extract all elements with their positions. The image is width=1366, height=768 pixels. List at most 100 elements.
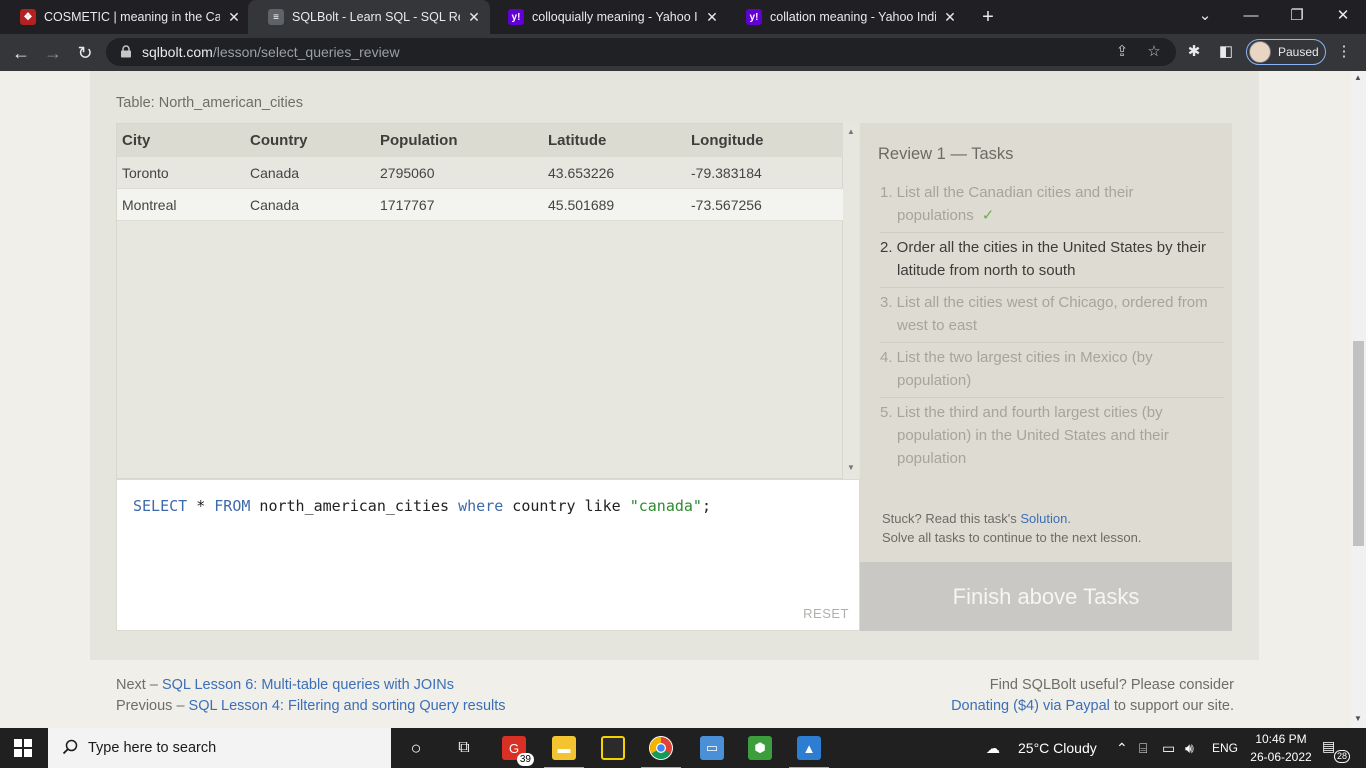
table-caption: Table: North_american_cities bbox=[116, 95, 303, 111]
reset-button[interactable]: RESET bbox=[803, 606, 849, 621]
language-indicator[interactable]: ENG bbox=[1212, 728, 1238, 768]
finish-tasks-button[interactable]: Finish above Tasks bbox=[860, 562, 1232, 631]
windows-taskbar: Type here to search ○ ⧉ G 39 ▬ ▭ ⬢ ▲ ☁ 25… bbox=[0, 728, 1366, 768]
sql-editor[interactable]: SELECT * FROM north_american_cities wher… bbox=[116, 479, 860, 631]
volume-icon[interactable]: 🔊︎ bbox=[1185, 728, 1194, 768]
clock-time: 10:46 PM bbox=[1255, 732, 1307, 746]
results-table: City Country Population Latitude Longitu… bbox=[116, 123, 844, 479]
close-tab-icon[interactable]: ✕ bbox=[704, 9, 720, 26]
address-bar[interactable]: sqlbolt.com/lesson/select_queries_review… bbox=[106, 38, 1176, 66]
reload-icon[interactable]: ↻ bbox=[72, 40, 98, 66]
column-header: Population bbox=[380, 132, 458, 149]
table-scrollbar[interactable]: ▲ ▼ bbox=[843, 123, 859, 479]
close-tab-icon[interactable]: ✕ bbox=[942, 9, 958, 26]
next-lesson-link[interactable]: SQL Lesson 6: Multi-table queries with J… bbox=[162, 677, 454, 693]
system-clock[interactable]: 10:46 PM 26-06-2022 bbox=[1248, 730, 1314, 766]
scrollbar-thumb[interactable] bbox=[1353, 341, 1364, 546]
close-window-button[interactable]: ✕ bbox=[1320, 0, 1366, 34]
network-icon[interactable]: ⌸ bbox=[1139, 728, 1147, 768]
weather-text[interactable]: 25°C Cloudy bbox=[1018, 728, 1097, 768]
lock-icon bbox=[121, 45, 131, 58]
browser-tab[interactable]: y! colloquially meaning - Yahoo India ✕ bbox=[488, 0, 728, 34]
sticky-notes-icon[interactable] bbox=[601, 736, 625, 760]
table-cell: 43.653226 bbox=[548, 164, 615, 181]
table-cell: Toronto bbox=[122, 164, 169, 181]
table-cell: -73.567256 bbox=[691, 196, 762, 213]
cortana-icon[interactable]: ○ bbox=[404, 736, 428, 760]
share-icon[interactable]: ⇪ bbox=[1112, 42, 1132, 62]
table-row: Toronto Canada 2795060 43.653226 -79.383… bbox=[117, 157, 844, 189]
table-cell: -79.383184 bbox=[691, 164, 762, 181]
task-view-icon[interactable]: ⧉ bbox=[452, 736, 476, 760]
cube-app-icon[interactable]: ⬢ bbox=[748, 736, 772, 760]
menu-kebab-icon[interactable]: ⋮ bbox=[1334, 42, 1354, 62]
url-text: sqlbolt.com/lesson/select_queries_review bbox=[142, 44, 400, 60]
database-icon: ≡ bbox=[268, 9, 284, 25]
chrome-icon[interactable] bbox=[641, 736, 681, 768]
file-explorer-icon[interactable]: ▬ bbox=[544, 736, 584, 768]
tab-title: colloquially meaning - Yahoo India bbox=[532, 10, 698, 24]
task-item-current: 2. Order all the cities in the United St… bbox=[880, 233, 1224, 288]
column-header: Longitude bbox=[691, 132, 764, 149]
browser-tab[interactable]: y! collation meaning - Yahoo India Searc… bbox=[726, 0, 966, 34]
stuck-help: Stuck? Read this task's Solution. Solve … bbox=[882, 511, 1142, 545]
profile-button[interactable]: Paused bbox=[1246, 39, 1326, 65]
new-tab-button[interactable]: + bbox=[976, 4, 1000, 30]
task-item: 4. List the two largest cities in Mexico… bbox=[880, 343, 1224, 398]
solution-link[interactable]: Solution bbox=[1020, 511, 1067, 526]
previous-lesson-link[interactable]: SQL Lesson 4: Filtering and sorting Quer… bbox=[189, 698, 506, 714]
notification-center-icon[interactable]: ▤ 28 bbox=[1322, 738, 1350, 763]
scroll-down-arrow-icon[interactable]: ▼ bbox=[847, 463, 855, 472]
forward-icon[interactable]: → bbox=[40, 40, 66, 66]
scroll-down-arrow-icon[interactable]: ▼ bbox=[1354, 714, 1362, 723]
checkmark-icon: ✓ bbox=[981, 207, 995, 224]
close-tab-icon[interactable]: ✕ bbox=[226, 9, 242, 26]
chrome-logo-icon bbox=[650, 737, 672, 759]
sql-query-text[interactable]: SELECT * FROM north_american_cities wher… bbox=[133, 497, 711, 515]
bookmark-star-icon[interactable]: ☆ bbox=[1144, 42, 1164, 62]
weather-icon[interactable]: ☁ bbox=[986, 728, 1000, 768]
tasks-panel: Review 1 — Tasks 1. List all the Canadia… bbox=[860, 123, 1232, 562]
page-viewport: Table: North_american_cities City Countr… bbox=[0, 71, 1351, 728]
support-note: Find SQLBolt useful? Please consider Don… bbox=[951, 677, 1234, 714]
table-cell: Canada bbox=[250, 164, 300, 181]
cambridge-icon: ❖ bbox=[20, 9, 36, 25]
show-hidden-icons-icon[interactable]: ⌃ bbox=[1116, 728, 1128, 768]
donate-link[interactable]: Donating ($4) via Paypal bbox=[951, 698, 1110, 714]
scroll-up-arrow-icon[interactable]: ▲ bbox=[1354, 73, 1362, 82]
table-cell: Montreal bbox=[122, 196, 177, 213]
windows-start-icon[interactable] bbox=[14, 739, 32, 757]
task-item: 1. List all the Canadian cities and thei… bbox=[880, 178, 1224, 233]
page-scrollbar[interactable]: ▲ ▼ bbox=[1351, 71, 1366, 728]
clock-date: 26-06-2022 bbox=[1250, 750, 1312, 764]
table-cell: 2795060 bbox=[380, 164, 435, 181]
photos-icon[interactable]: ▲ bbox=[789, 736, 829, 768]
back-icon[interactable]: ← bbox=[8, 40, 34, 66]
task-list: 1. List all the Canadian cities and thei… bbox=[880, 178, 1224, 475]
minimize-button[interactable]: — bbox=[1228, 0, 1274, 34]
task-item: 3. List all the cities west of Chicago, … bbox=[880, 288, 1224, 343]
tab-title: collation meaning - Yahoo India Search bbox=[770, 10, 936, 24]
restore-button[interactable]: ❐ bbox=[1274, 0, 1320, 34]
table-cell: Canada bbox=[250, 196, 300, 213]
column-header: Country bbox=[250, 132, 308, 149]
close-tab-icon[interactable]: ✕ bbox=[466, 9, 482, 26]
tab-search-icon[interactable]: ⌄ bbox=[1182, 0, 1228, 34]
lesson-navigation: Next – SQL Lesson 6: Multi-table queries… bbox=[116, 677, 506, 714]
notification-count: 28 bbox=[1333, 750, 1350, 763]
battery-icon[interactable]: ▭ bbox=[1162, 728, 1175, 768]
table-cell: 45.501689 bbox=[548, 196, 615, 213]
table-cell: 1717767 bbox=[380, 196, 435, 213]
browser-tab[interactable]: ❖ COSMETIC | meaning in the Cambridge ✕ bbox=[0, 0, 250, 34]
avatar bbox=[1249, 41, 1271, 63]
tab-title: SQLBolt - Learn SQL - SQL Review bbox=[292, 10, 460, 24]
gmail-icon[interactable]: G 39 bbox=[502, 736, 534, 766]
scroll-up-arrow-icon[interactable]: ▲ bbox=[847, 127, 855, 136]
browser-tab-active[interactable]: ≡ SQLBolt - Learn SQL - SQL Review ✕ bbox=[248, 0, 490, 34]
remote-desktop-icon[interactable]: ▭ bbox=[700, 736, 724, 760]
taskbar-search[interactable]: Type here to search bbox=[48, 728, 391, 768]
side-panel-icon[interactable]: ◧ bbox=[1216, 42, 1236, 62]
browser-toolbar: ← → ↻ sqlbolt.com/lesson/select_queries_… bbox=[0, 34, 1366, 71]
browser-tab-strip: ❖ COSMETIC | meaning in the Cambridge ✕ … bbox=[0, 0, 1366, 34]
extensions-icon[interactable]: ✱ bbox=[1184, 42, 1204, 62]
